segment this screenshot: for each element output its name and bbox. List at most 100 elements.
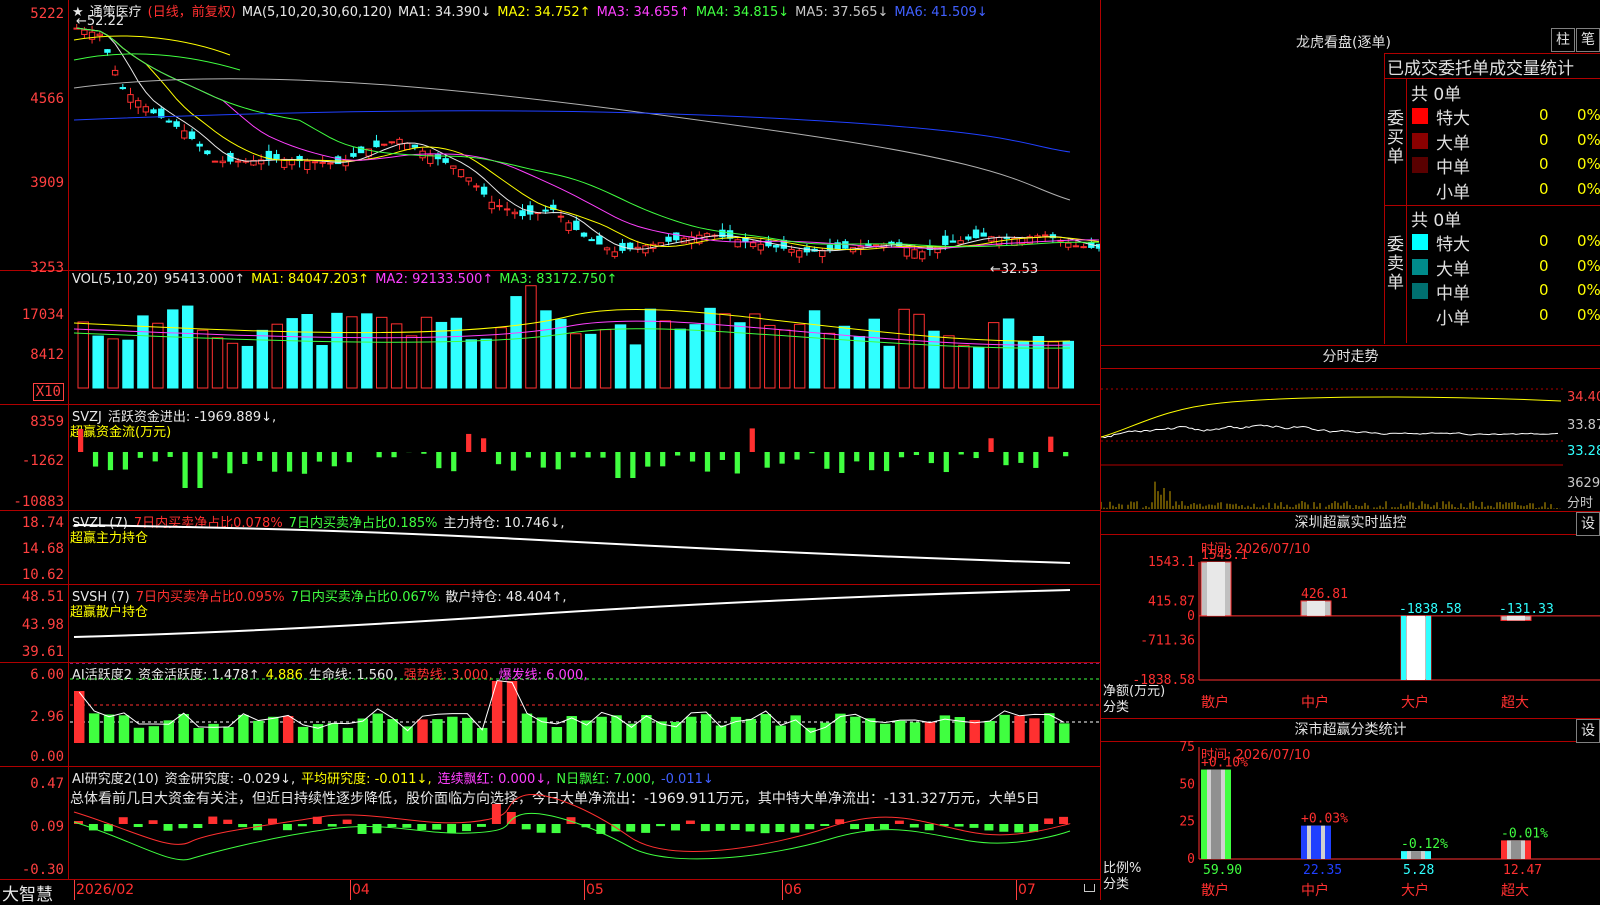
candle-body: [328, 163, 333, 164]
research-bar: [731, 824, 740, 830]
sz-monitor-panel[interactable]: 深圳超赢实时监控 设 时间: 2026/07/10 净额(万元) 分类 1543…: [1101, 512, 1600, 719]
color-swatch: [1412, 283, 1428, 299]
value-label: 59.90: [1203, 863, 1242, 878]
flow-bar: [839, 452, 844, 473]
flow-bar: [168, 452, 173, 457]
ma-line: [74, 54, 240, 70]
candle-body: [735, 240, 740, 247]
activity-bar: [910, 722, 920, 743]
flow-bar: [1063, 452, 1068, 456]
flow-bar: [720, 452, 725, 460]
flow-bar: [391, 452, 396, 457]
activity-bar: [1044, 713, 1054, 743]
candle-body: [497, 206, 502, 207]
svzj-bars: [70, 405, 1100, 510]
price-panel[interactable]: 5222 4566 3909 3253 ★通策医疗(日线，前复权)MA(5,10…: [0, 0, 1100, 271]
volume-bar: [824, 333, 834, 388]
flow-bar: [451, 452, 456, 471]
buy-total: 共 0单: [1411, 80, 1461, 105]
volume-bar: [108, 339, 118, 388]
activity-bar: [761, 714, 771, 743]
flow-bar: [794, 452, 799, 460]
volume-bar: [496, 328, 506, 388]
ma-line: [77, 28, 1099, 247]
volume-bar: [809, 311, 819, 388]
volume-bar: [347, 317, 357, 388]
volume-bar: [272, 324, 282, 388]
candle-body: [604, 248, 609, 250]
research-bar: [298, 824, 307, 826]
research-bar: [402, 824, 411, 828]
bar-mode-button[interactable]: 柱: [1551, 28, 1575, 52]
value-label: 12.47: [1503, 863, 1542, 878]
candle-body: [512, 212, 517, 213]
category-label: 散户: [1201, 694, 1229, 711]
dragon-tiger-panel[interactable]: 龙虎看盘(逐单) 柱 笔 已成交委托单成交量统计 委买单 委卖单 共 0单 共 …: [1101, 0, 1600, 346]
sz-classify-panel[interactable]: 深市超赢分类统计 设 时间: 2026/07/10 比例% 分类 7550250…: [1101, 719, 1600, 900]
candle-body: [581, 233, 586, 236]
svsh-panel[interactable]: 48.51 43.98 39.61 SVSH (7)7日内买卖净占比0.095%…: [0, 585, 1100, 663]
lock-icon[interactable]: [1084, 884, 1095, 892]
order-percent: 0%: [1577, 232, 1600, 250]
volume-bar: [675, 329, 685, 388]
candle-body: [312, 162, 317, 163]
svsh-axis: 48.51 43.98 39.61: [0, 585, 69, 662]
ai-research-panel[interactable]: 0.47 0.09 -0.30 AI研究度2(10)资金研究度: -0.029↓…: [0, 767, 1100, 880]
candle-body: [758, 244, 763, 250]
flow-bar: [974, 452, 979, 458]
svzl-panel[interactable]: 18.74 14.68 10.62 SVZL (7)7日内买卖净占比0.078%…: [0, 511, 1100, 585]
activity-bar: [1014, 716, 1024, 743]
flow-bar: [645, 452, 650, 467]
activity-bar: [74, 691, 84, 743]
flow-bar: [317, 452, 322, 462]
activity-bar: [283, 716, 293, 743]
candle-body: [412, 145, 417, 147]
net-flow-bar-edge: [1401, 616, 1406, 680]
research-bar: [970, 824, 979, 828]
candle-body: [143, 107, 148, 112]
value-label: 426.81: [1301, 587, 1348, 602]
candle-body: [597, 236, 602, 244]
candle-body: [950, 241, 955, 242]
volume-bar: [869, 319, 879, 388]
ai-active-panel[interactable]: 6.00 2.96 0.00 AI活跃度2资金活跃度: 1.478↑4.886生…: [0, 663, 1100, 767]
volume-bar: [212, 338, 222, 388]
candle-body: [389, 142, 394, 143]
intraday-panel[interactable]: 分时走势 34.40 33.87 33.28 3629 分时: [1101, 346, 1600, 512]
candlestick-chart[interactable]: [70, 0, 1100, 270]
flow-bar: [600, 452, 605, 458]
y-tick-label: 415.87: [1148, 594, 1195, 609]
research-bar: [984, 824, 993, 830]
candle-body: [120, 88, 125, 89]
volume-bar: [287, 319, 297, 388]
x-tick: [1016, 880, 1017, 900]
volume-panel[interactable]: 17034 8412 X10 VOL(5,10,20)95413.000↑MA1…: [0, 271, 1100, 405]
flow-bar: [466, 434, 471, 452]
intraday-chart[interactable]: [1101, 369, 1563, 511]
research-bar: [790, 824, 799, 833]
net-flow-bar-highlight: [1407, 616, 1425, 680]
research-bar: [328, 824, 337, 827]
flow-bar: [1003, 452, 1008, 465]
y-label: 0.47: [30, 776, 64, 792]
research-bar: [447, 824, 456, 833]
flow-bar: [750, 428, 755, 452]
order-count: 0: [1539, 257, 1549, 275]
candle-body: [973, 230, 978, 238]
candle-body: [305, 161, 310, 169]
candle-body: [989, 237, 994, 241]
x-label: 06: [784, 882, 802, 898]
activity-bar: [895, 721, 905, 743]
candle-body: [451, 166, 456, 168]
candle-body: [797, 251, 802, 257]
order-count: 0: [1539, 106, 1549, 124]
tick-mode-button[interactable]: 笔: [1576, 28, 1600, 52]
activity-bar: [432, 719, 442, 743]
ratio-bar-core: [1511, 840, 1521, 859]
flow-bar: [944, 452, 949, 472]
activity-bar: [193, 728, 203, 743]
activity-bar: [925, 722, 935, 743]
svzj-panel[interactable]: 8359 -1262 -10883 SVZJ活跃资金进出: -1969.889↓…: [0, 405, 1100, 511]
order-count: 0: [1539, 281, 1549, 299]
y-tick-label: 50: [1179, 777, 1195, 792]
